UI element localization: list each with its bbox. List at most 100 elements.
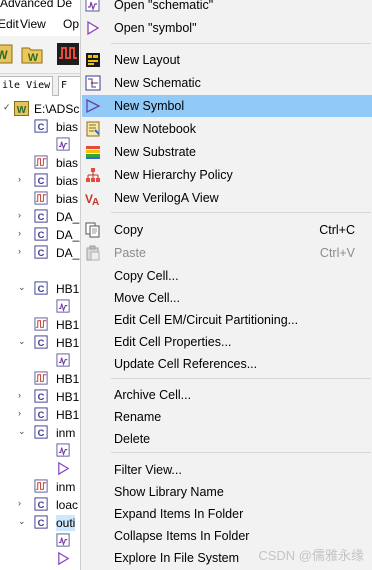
menu-item-expand-items-in-folder[interactable]: Expand Items In Folder	[82, 503, 372, 525]
menu-separator	[111, 212, 371, 213]
chevron-right-icon[interactable]: ›	[18, 247, 26, 256]
tree-item[interactable]: HB1	[0, 316, 80, 334]
tree-item[interactable]: bias	[0, 154, 80, 172]
new-workspace-button[interactable]: W	[0, 42, 14, 66]
chevron-right-icon[interactable]: ›	[18, 499, 26, 508]
tree-item[interactable]: › C DA_	[0, 244, 80, 262]
menu-item-archive-cell[interactable]: Archive Cell...	[82, 384, 372, 406]
tree-item[interactable]: ⌄ C HB1	[0, 334, 80, 352]
svg-text:C: C	[38, 338, 45, 348]
menu-item-copy[interactable]: Copy Ctrl+C	[82, 219, 372, 241]
menu-item-label: Copy Cell...	[114, 269, 179, 283]
tree-item[interactable]: › C HB1	[0, 388, 80, 406]
menu-item-delete[interactable]: Delete	[82, 428, 372, 450]
library-tree: ✓ W E:\ADSc Cbias bias › Cbias bias › C DA_ › C DA…	[0, 96, 80, 570]
menu-options[interactable]: Op	[63, 17, 79, 31]
menu-item-copy-cell[interactable]: Copy Cell...	[82, 265, 372, 287]
menu-item-rename[interactable]: Rename	[82, 406, 372, 428]
menu-item-show-library-name[interactable]: Show Library Name	[82, 481, 372, 503]
tree-item[interactable]: bias	[0, 190, 80, 208]
menu-item-label: Collapse Items In Folder	[114, 529, 250, 543]
cell-icon: C	[34, 497, 48, 511]
menu-item-edit-cell-properties[interactable]: Edit Cell Properties...	[82, 331, 372, 353]
tree-item[interactable]: ⌄ Cinm	[0, 424, 80, 442]
menu-item-new-symbol[interactable]: New Symbol	[82, 95, 372, 117]
tree-item[interactable]: ⌄ C HB1	[0, 280, 80, 298]
schematic-icon	[85, 75, 101, 91]
menu-item-label: New Notebook	[114, 122, 196, 136]
menu-item-new-notebook[interactable]: New Notebook	[82, 118, 372, 140]
tree-item[interactable]: Cbias	[0, 118, 80, 136]
menu-edit[interactable]: Edit	[0, 17, 19, 31]
tree-item[interactable]: ⌄ Couti	[0, 514, 80, 532]
tree-item-label: inm	[56, 480, 76, 494]
chevron-down-icon[interactable]: ✓	[3, 103, 11, 112]
menu-item-move-cell[interactable]: Move Cell...	[82, 287, 372, 309]
cell-icon: C	[34, 515, 48, 529]
menu-item-label: Open "symbol"	[114, 21, 197, 35]
tree-item[interactable]: › C HB1	[0, 406, 80, 424]
chevron-down-icon[interactable]: ⌄	[18, 427, 26, 436]
menu-item-edit-cell-em-partitioning[interactable]: Edit Cell EM/Circuit Partitioning...	[82, 309, 372, 331]
tab-file-view[interactable]: ile View	[0, 76, 53, 96]
menu-item-new-hierarchy-policy[interactable]: New Hierarchy Policy	[82, 164, 372, 186]
open-workspace-button[interactable]: W	[20, 42, 44, 66]
tree-item-label: HB1	[56, 372, 80, 386]
menu-separator	[111, 452, 371, 453]
tree-item[interactable]: inm	[0, 478, 80, 496]
menu-item-filter-view[interactable]: Filter View...	[82, 459, 372, 481]
tree-item[interactable]	[0, 136, 80, 154]
menu-item-open-schematic[interactable]: Open "schematic"	[82, 0, 372, 16]
menu-item-open-symbol[interactable]: Open "symbol"	[82, 17, 372, 39]
menu-item-paste: Paste Ctrl+V	[82, 242, 372, 264]
chevron-right-icon[interactable]: ›	[18, 229, 26, 238]
tree-item[interactable]: › Cloac	[0, 496, 80, 514]
tree-item-label: loac	[56, 498, 79, 512]
svg-text:C: C	[38, 212, 45, 222]
tree-item-label: HB1	[56, 390, 80, 404]
menu-item-new-substrate[interactable]: New Substrate	[82, 141, 372, 163]
tree-item[interactable]: › Cbias	[0, 172, 80, 190]
symbol-view-icon	[58, 551, 70, 566]
simulate-button[interactable]	[56, 42, 80, 66]
chevron-down-icon[interactable]: ⌄	[18, 283, 26, 292]
tree-item[interactable]	[0, 460, 80, 478]
layout-icon	[86, 53, 100, 67]
tree-item[interactable]	[0, 298, 80, 316]
tab-folder-view[interactable]: F	[58, 76, 80, 96]
copy-icon	[85, 222, 100, 238]
chevron-right-icon[interactable]: ›	[18, 409, 26, 418]
menu-item-label: Archive Cell...	[114, 388, 192, 402]
menu-view[interactable]: View	[20, 17, 46, 31]
menu-item-label: New Schematic	[114, 76, 201, 90]
cell-icon: C	[34, 245, 48, 259]
tree-item-label: bias	[56, 174, 79, 188]
svg-text:W: W	[0, 48, 8, 62]
tree-item[interactable]: › C DA_	[0, 226, 80, 244]
chevron-right-icon[interactable]: ›	[18, 391, 26, 400]
tree-item[interactable]	[0, 442, 80, 460]
tree-item[interactable]: HB1	[0, 370, 80, 388]
open-workspace-icon: W	[21, 47, 43, 64]
cell-icon: C	[34, 335, 48, 349]
menu-item-label: New Hierarchy Policy	[114, 168, 233, 182]
menu-item-label: Show Library Name	[114, 485, 224, 499]
tree-item[interactable]	[0, 352, 80, 370]
menu-item-new-schematic[interactable]: New Schematic	[82, 72, 372, 94]
chevron-down-icon[interactable]: ⌄	[18, 517, 26, 526]
tree-item[interactable]	[0, 532, 80, 550]
chevron-down-icon[interactable]: ⌄	[18, 337, 26, 346]
menu-item-label: Filter View...	[114, 463, 182, 477]
title-bar: Advanced De	[0, 0, 80, 12]
menu-item-collapse-items-in-folder[interactable]: Collapse Items In Folder	[82, 525, 372, 547]
tree-root[interactable]: ✓ W E:\ADSc	[0, 100, 80, 118]
menu-item-new-veriloga-view[interactable]: V A New VerilogA View	[82, 187, 372, 209]
menu-separator	[111, 43, 371, 44]
tree-item[interactable]	[0, 550, 80, 568]
chevron-right-icon[interactable]: ›	[18, 211, 26, 220]
menu-item-new-layout[interactable]: New Layout	[82, 49, 372, 71]
tree-item[interactable]: › C DA_	[0, 208, 80, 226]
chevron-right-icon[interactable]: ›	[18, 175, 26, 184]
menu-item-update-cell-references[interactable]: Update Cell References...	[82, 353, 372, 375]
menu-item-label: Copy	[114, 223, 144, 237]
